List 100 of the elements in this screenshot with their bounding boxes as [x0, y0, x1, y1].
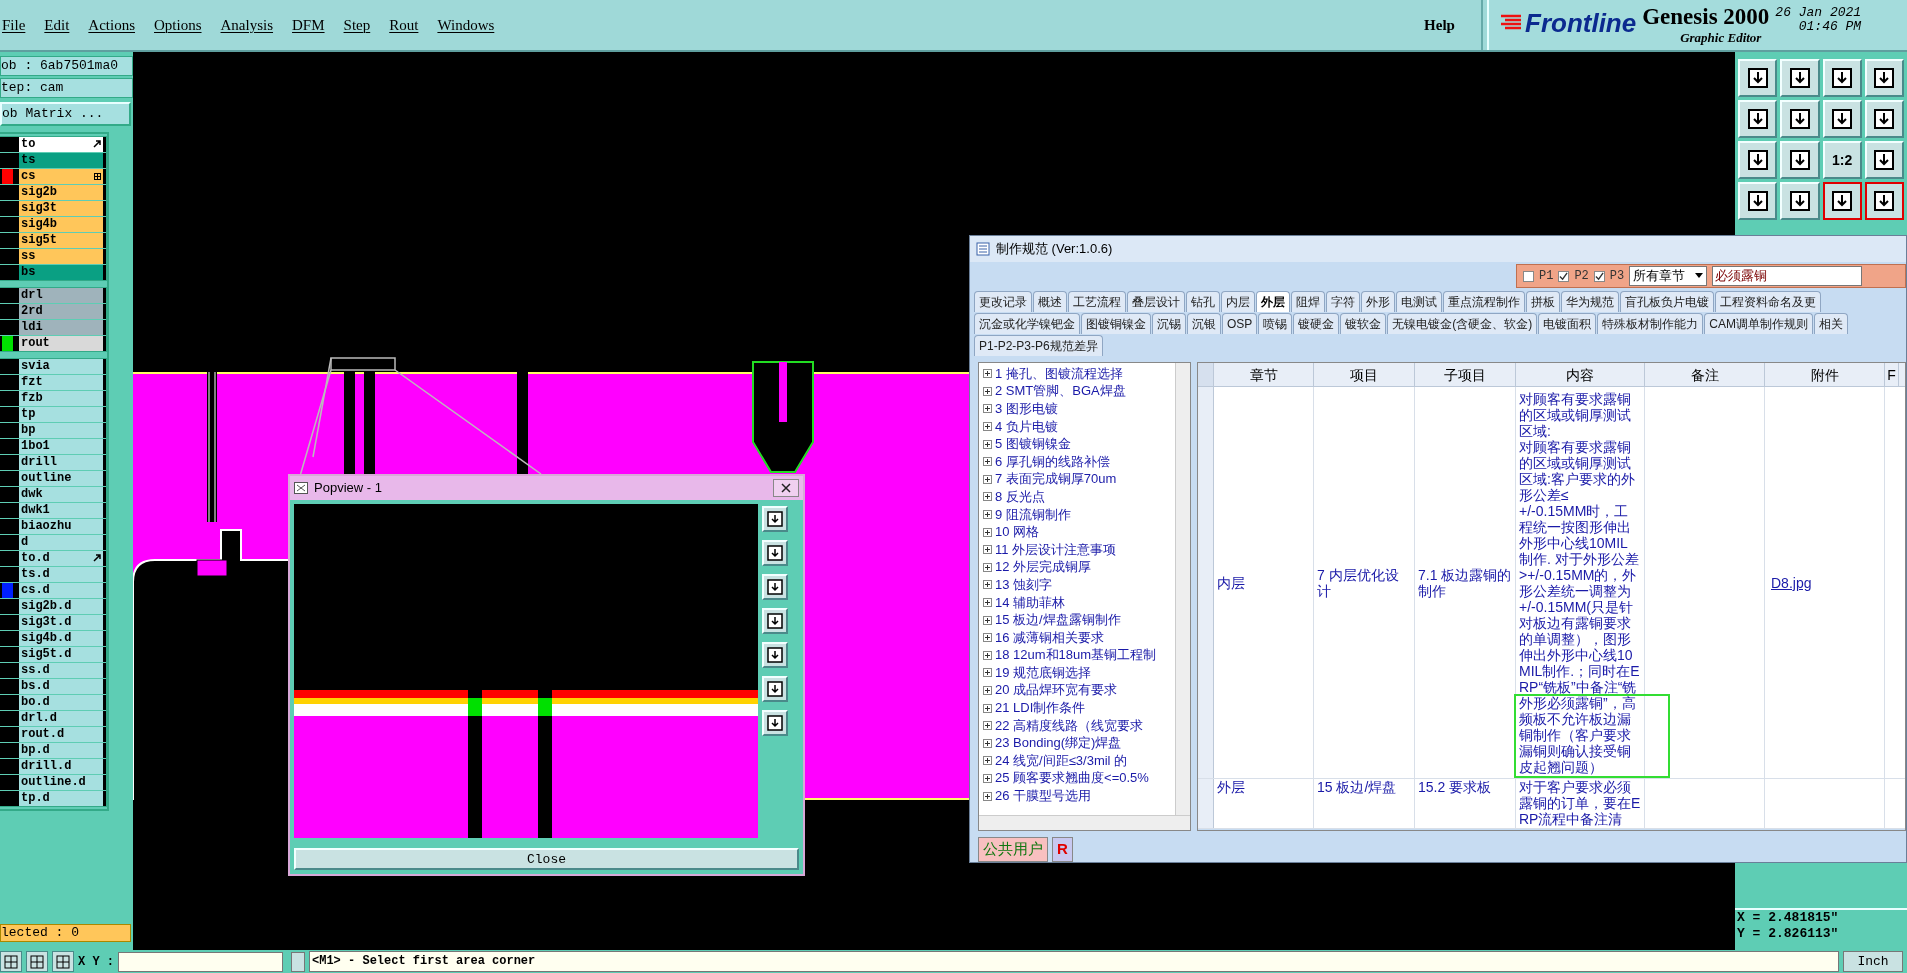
tab[interactable]: 沉银: [1187, 313, 1221, 334]
layer-row[interactable]: bo.d: [19, 695, 103, 710]
checkbox[interactable]: [1593, 270, 1605, 282]
column-header[interactable]: 附件: [1765, 363, 1885, 386]
tree-item[interactable]: 23 Bonding(绑定)焊盘: [995, 735, 1122, 752]
tree-item[interactable]: 15 板边/焊盘露铜制作: [995, 612, 1121, 629]
layer-row[interactable]: outline.d: [19, 775, 103, 790]
popview-tool-button[interactable]: [762, 642, 788, 668]
expand-icon[interactable]: [983, 615, 992, 625]
expand-icon[interactable]: [983, 668, 992, 678]
units-button[interactable]: Inch: [1843, 951, 1903, 972]
tree-item[interactable]: 25 顾客要求翘曲度<=0.5%: [995, 770, 1149, 787]
tab[interactable]: P1-P2-P3-P6规范差异: [974, 335, 1103, 356]
tab[interactable]: 无镍电镀金(含硬金、软金): [1387, 313, 1538, 334]
column-header[interactable]: 内容: [1516, 363, 1645, 386]
tab[interactable]: 沉金或化学镍钯金: [974, 313, 1080, 334]
layer-row[interactable]: bp: [19, 423, 103, 438]
layer-color-marker[interactable]: [2, 336, 13, 351]
tree-item[interactable]: 10 网格: [995, 524, 1040, 541]
status-tool-button[interactable]: [0, 951, 22, 972]
expand-icon[interactable]: [983, 527, 992, 537]
scrollbar[interactable]: [979, 815, 1190, 830]
layer-color-marker[interactable]: [2, 583, 13, 598]
column-header[interactable]: F: [1885, 363, 1899, 386]
tab[interactable]: 拼板: [1526, 291, 1560, 312]
layer-row[interactable]: rout.d: [19, 727, 103, 742]
column-header[interactable]: 子项目: [1415, 363, 1516, 386]
close-button[interactable]: [773, 479, 799, 497]
tab[interactable]: 沉锡: [1152, 313, 1186, 334]
layer-row[interactable]: biaozhu: [19, 519, 103, 534]
tab[interactable]: 电测试: [1396, 291, 1442, 312]
menu-item[interactable]: Step: [343, 14, 371, 37]
layer-row[interactable]: sig3t: [19, 201, 103, 216]
menu-item[interactable]: Rout: [389, 14, 419, 37]
expand-icon[interactable]: [983, 404, 992, 414]
layer-row[interactable]: to: [19, 137, 103, 152]
tab[interactable]: 阻焊: [1291, 291, 1325, 312]
column-header[interactable]: 备注: [1645, 363, 1765, 386]
menu-item[interactable]: Windows: [437, 14, 495, 37]
layer-row[interactable]: fzb: [19, 391, 103, 406]
expand-icon[interactable]: [983, 633, 992, 643]
expand-icon[interactable]: [983, 791, 992, 801]
popview-tool-button[interactable]: [762, 710, 788, 736]
layer-row[interactable]: bs: [19, 265, 103, 280]
expand-icon[interactable]: [983, 686, 992, 695]
layer-row[interactable]: drl.d: [19, 711, 103, 726]
checkbox[interactable]: [1558, 270, 1570, 282]
layer-row[interactable]: drill: [19, 455, 103, 470]
checkbox[interactable]: [1523, 270, 1534, 282]
expand-icon[interactable]: [983, 773, 992, 783]
xy-input-field[interactable]: [118, 951, 283, 972]
tab[interactable]: 盲孔板负片电镀: [1620, 291, 1714, 312]
tab[interactable]: 内层: [1221, 291, 1255, 312]
layer-row[interactable]: sig3t.d: [19, 615, 103, 630]
tab[interactable]: 工程资料命名及更: [1715, 291, 1821, 312]
tab[interactable]: 镀硬金: [1293, 313, 1340, 334]
layer-row[interactable]: bp.d: [19, 743, 103, 758]
expand-icon[interactable]: [983, 422, 992, 432]
tree-item[interactable]: 19 规范底铜选择: [995, 664, 1092, 681]
menu-item[interactable]: Edit: [44, 14, 70, 37]
expand-icon[interactable]: [983, 369, 992, 379]
attachment-link[interactable]: D8.jpg: [1765, 574, 1815, 591]
tab[interactable]: 特殊板材制作能力: [1597, 313, 1704, 334]
tree-item[interactable]: 26 干膜型号选用: [995, 788, 1092, 805]
layer-row[interactable]: sig5t.d: [19, 647, 103, 662]
expand-icon[interactable]: [983, 703, 992, 713]
layer-row[interactable]: cs.d: [19, 583, 103, 598]
layer-row[interactable]: rout: [19, 336, 103, 351]
tree-item[interactable]: 18 12um和18um基铜工程制: [995, 647, 1157, 664]
layer-row[interactable]: sig4b.d: [19, 631, 103, 646]
expand-icon[interactable]: [983, 492, 992, 502]
expand-icon[interactable]: [983, 756, 992, 766]
tree-item[interactable]: 7 表面完成铜厚70um: [995, 471, 1117, 488]
expand-icon[interactable]: [983, 580, 992, 590]
tab[interactable]: 华为规范: [1561, 291, 1619, 312]
menu-item[interactable]: Options: [154, 14, 202, 37]
layer-row[interactable]: sig4b: [19, 217, 103, 232]
tree-item[interactable]: 24 线宽/间距≤3/3mil 的: [995, 752, 1128, 769]
tree-item[interactable]: 8 反光点: [995, 488, 1045, 505]
menu-item[interactable]: Actions: [88, 14, 135, 37]
tree-item[interactable]: 13 蚀刻字: [995, 576, 1053, 593]
layer-row[interactable]: ss.d: [19, 663, 103, 678]
layer-row[interactable]: tp.d: [19, 791, 103, 806]
tree-item[interactable]: 20 成品焊环宽有要求: [995, 682, 1118, 699]
layer-row[interactable]: dwk1: [19, 503, 103, 518]
tab[interactable]: 钻孔: [1186, 291, 1220, 312]
layer-row[interactable]: ts.d: [19, 567, 103, 582]
layer-row[interactable]: bs.d: [19, 679, 103, 694]
tree-item[interactable]: 11 外层设计注意事项: [995, 541, 1117, 558]
expand-icon[interactable]: [983, 598, 992, 607]
tab[interactable]: 相关: [1814, 313, 1848, 334]
popview-tool-button[interactable]: [762, 506, 788, 532]
tree-item[interactable]: 9 阻流铜制作: [995, 506, 1071, 523]
layer-row[interactable]: ts: [19, 153, 103, 168]
tree-item[interactable]: 6 厚孔铜的线路补偿: [995, 453, 1110, 470]
expand-icon[interactable]: [983, 510, 992, 520]
layer-row[interactable]: dwk: [19, 487, 103, 502]
tab[interactable]: 叠层设计: [1127, 291, 1185, 312]
expand-icon[interactable]: [983, 650, 992, 660]
tab[interactable]: OSP: [1222, 313, 1258, 334]
